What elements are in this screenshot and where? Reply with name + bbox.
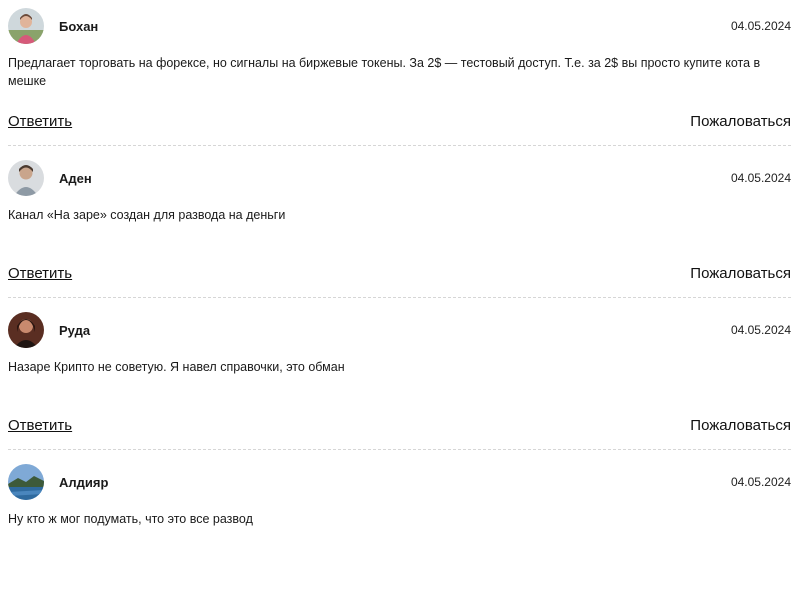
comment-actions: Ответить Пожаловаться <box>8 113 791 130</box>
comment-actions: Ответить Пожаловаться <box>8 265 791 282</box>
user-photo-icon[interactable] <box>8 160 44 196</box>
comment-text: Ну кто ж мог подумать, что это все разво… <box>8 512 253 526</box>
landscape-photo-icon[interactable] <box>8 464 44 500</box>
comment-header: Аден 04.05.2024 <box>8 160 791 196</box>
comment-author: Алдияр <box>59 474 109 490</box>
reply-link[interactable]: Ответить <box>8 265 72 282</box>
comment-author: Бохан <box>59 18 99 34</box>
comment-header: Бохан 04.05.2024 <box>8 8 791 44</box>
comment-date: 04.05.2024 <box>730 171 791 185</box>
comment-text: Назаре Крипто не советую. Я навел справо… <box>8 360 345 374</box>
comment-date: 04.05.2024 <box>730 19 791 33</box>
comment-date: 04.05.2024 <box>730 475 791 489</box>
comment-author: Аден <box>59 170 92 186</box>
comment-item: Алдияр 04.05.2024 Ну кто ж мог подумать,… <box>8 464 791 616</box>
comment-item: Руда 04.05.2024 Назаре Крипто не советую… <box>8 312 791 464</box>
comment-text: Предлагает торговать на форексе, но сигн… <box>8 56 761 88</box>
comments-list: Бохан 04.05.2024 Предлагает торговать на… <box>8 0 791 616</box>
comment-header: Алдияр 04.05.2024 <box>8 464 791 500</box>
comment-header: Руда 04.05.2024 <box>8 312 791 348</box>
report-link[interactable]: Пожаловаться <box>690 417 791 434</box>
report-link[interactable]: Пожаловаться <box>690 265 791 282</box>
user-photo-icon[interactable] <box>8 312 44 348</box>
comment-text: Канал «На заре» создан для развода на де… <box>8 208 286 222</box>
reply-link[interactable]: Ответить <box>8 113 72 130</box>
comment-divider <box>8 145 791 146</box>
comment-divider <box>8 449 791 450</box>
comment-author: Руда <box>59 322 91 338</box>
comment-divider <box>8 297 791 298</box>
reply-link[interactable]: Ответить <box>8 417 72 434</box>
comment-date: 04.05.2024 <box>730 323 791 337</box>
comment-item: Бохан 04.05.2024 Предлагает торговать на… <box>8 8 791 160</box>
user-photo-icon[interactable] <box>8 8 44 44</box>
report-link[interactable]: Пожаловаться <box>690 113 791 130</box>
comment-item: Аден 04.05.2024 Канал «На заре» создан д… <box>8 160 791 312</box>
comment-actions: Ответить Пожаловаться <box>8 417 791 434</box>
